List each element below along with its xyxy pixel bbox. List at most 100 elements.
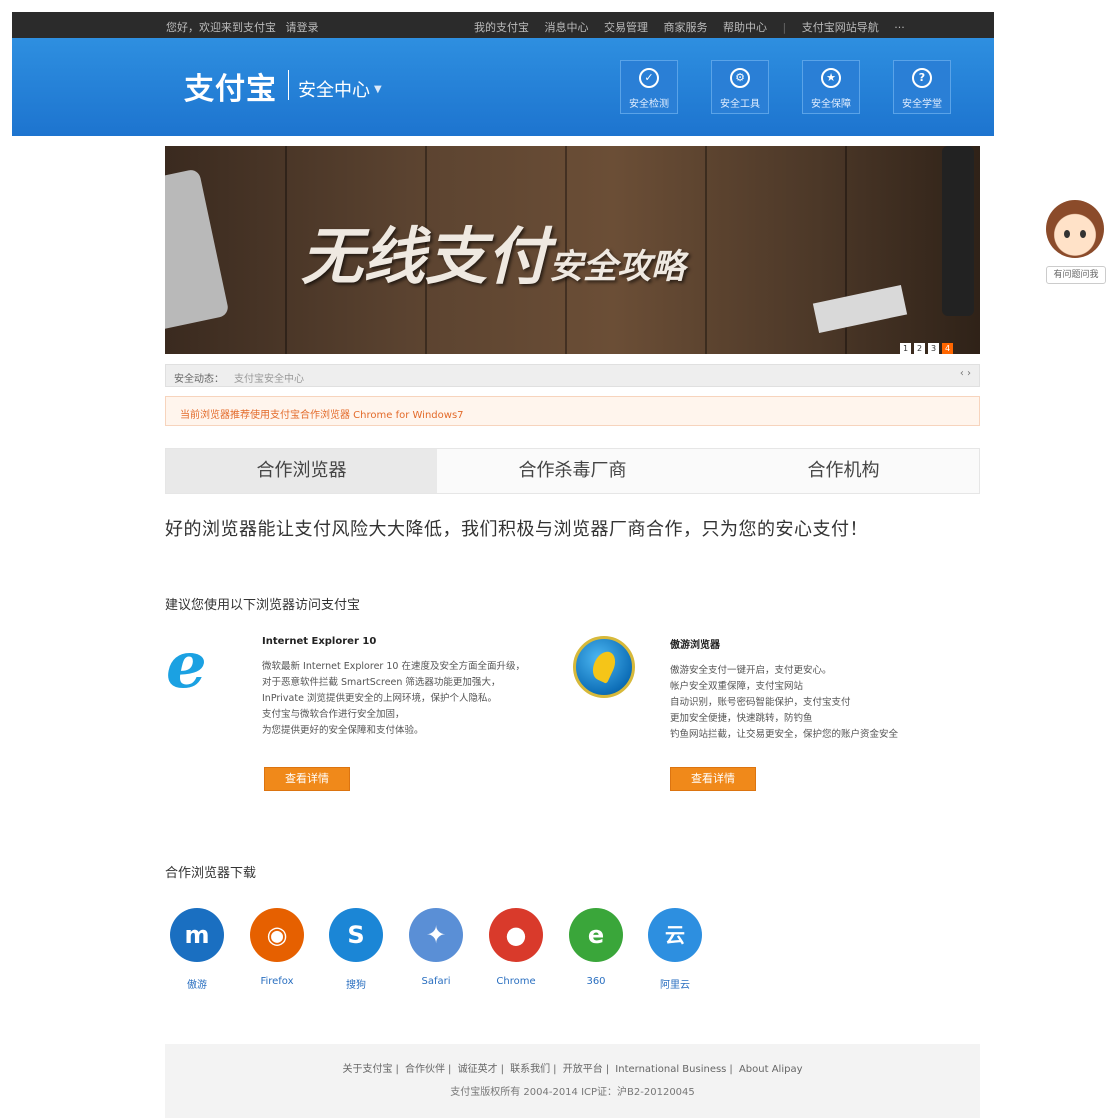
ie-logo-icon: e — [166, 628, 207, 703]
wood-plank-line — [705, 146, 707, 354]
security-tools-button[interactable]: ⚙ 安全工具 — [711, 60, 769, 114]
download-label[interactable]: 搜狗 — [325, 976, 387, 991]
description-line: 钓鱼网站拦截，让交易更安全，保护您的账户资金安全 — [670, 729, 899, 740]
alipay-logo[interactable]: 支付宝 — [184, 64, 277, 108]
security-school-button[interactable]: ? 安全学堂 — [893, 60, 951, 114]
star-shield-icon: ★ — [821, 68, 841, 88]
view-details-button[interactable]: 查看详情 — [670, 767, 756, 791]
firefox-icon: ◉ — [250, 908, 304, 962]
chevron-down-icon[interactable]: ▼ — [374, 84, 382, 95]
recommend-maxthon: 傲游浏览器 傲游安全支付一键开启，支付更安心。 帐户安全双重保障，支付宝网站 自… — [670, 636, 910, 743]
download-heading: 合作浏览器下载 — [165, 866, 257, 881]
recommend-ie: Internet Explorer 10 微软最新 Internet Explo… — [262, 636, 532, 739]
download-label[interactable]: Chrome — [485, 976, 547, 987]
login-link[interactable]: 请登录 — [286, 21, 319, 34]
download-maxthon[interactable]: m 傲游 — [166, 908, 228, 991]
download-label[interactable]: 傲游 — [166, 976, 228, 991]
chrome-icon: ● — [489, 908, 543, 962]
hero-banner[interactable]: 无线支付安全攻略 1234 — [165, 146, 980, 354]
download-firefox[interactable]: ◉ Firefox — [246, 908, 308, 987]
footer-link[interactable]: 诚征英才 — [458, 1064, 498, 1075]
download-label[interactable]: Safari — [405, 976, 467, 987]
security-news-bar: 安全动态： 支付宝安全中心 ‹ › — [165, 364, 980, 387]
download-sogou[interactable]: S 搜狗 — [325, 908, 387, 991]
news-label: 安全动态： — [174, 374, 224, 385]
download-label[interactable]: 阿里云 — [644, 976, 706, 991]
site-nav-link[interactable]: 支付宝网站导航 — [802, 21, 879, 34]
avatar-eye — [1064, 230, 1070, 238]
news-link[interactable]: 支付宝安全中心 — [234, 370, 304, 385]
footer-link[interactable]: 开放平台 — [563, 1064, 603, 1075]
shield-check-icon: ✓ — [639, 68, 659, 88]
top-nav-item[interactable]: 商家服务 — [664, 21, 708, 34]
header: 支付宝 安全中心 ▼ ✓ 安全检测 ⚙ 安全工具 ★ 安全保障 ? 安全学堂 — [12, 38, 994, 136]
welcome-text: 您好，欢迎来到支付宝 — [166, 21, 276, 34]
footer-link[interactable]: International Business — [615, 1064, 726, 1075]
description-line: 对于恶意软件拦截 SmartScreen 筛选器功能更加强大， — [262, 677, 501, 688]
banner-title-main: 无线支付 — [301, 220, 550, 293]
footer-link[interactable]: 合作伙伴 — [405, 1064, 445, 1075]
maxthon-icon: m — [170, 908, 224, 962]
question-icon: ? — [912, 68, 932, 88]
slide-dot[interactable]: 3 — [928, 343, 939, 354]
more-menu[interactable]: ··· — [894, 21, 905, 34]
view-details-button[interactable]: 查看详情 — [264, 767, 350, 791]
wood-plank-line — [285, 146, 287, 354]
top-nav: 我的支付宝 消息中心 交易管理 商家服务 帮助中心 | 支付宝网站导航 ··· — [474, 19, 917, 35]
security-guarantee-label: 安全保障 — [811, 99, 851, 110]
slide-dot[interactable]: 2 — [914, 343, 925, 354]
banner-title: 无线支付安全攻略 — [301, 206, 685, 296]
phone-image — [942, 146, 974, 316]
slide-dot-active[interactable]: 4 — [942, 343, 953, 354]
security-check-label: 安全检测 — [629, 99, 669, 110]
security-check-button[interactable]: ✓ 安全检测 — [620, 60, 678, 114]
download-safari[interactable]: ✦ Safari — [405, 908, 467, 987]
top-nav-item[interactable]: 我的支付宝 — [474, 21, 529, 34]
logo-divider — [288, 70, 289, 100]
top-nav-item[interactable]: 交易管理 — [604, 21, 648, 34]
download-label[interactable]: Firefox — [246, 976, 308, 987]
browser-description: 傲游安全支付一键开启，支付更安心。 帐户安全双重保障，支付宝网站 自动识别，账号… — [670, 663, 910, 743]
footer-links: 关于支付宝 | 合作伙伴 | 诚征英才 | 联系我们 | 开放平台 | Internati… — [342, 1064, 803, 1075]
partner-tabs: 合作浏览器 合作杀毒厂商 合作机构 — [165, 448, 980, 494]
security-guarantee-button[interactable]: ★ 安全保障 — [802, 60, 860, 114]
download-360[interactable]: e 360 — [565, 908, 627, 987]
service-avatar-icon[interactable] — [1046, 200, 1104, 258]
customer-service-widget[interactable]: 有问题问我 — [1046, 200, 1106, 284]
description-line: 帐户安全双重保障，支付宝网站 — [670, 681, 804, 692]
download-aliyun[interactable]: 云 阿里云 — [644, 908, 706, 991]
tab-antivirus-vendors[interactable]: 合作杀毒厂商 — [437, 449, 708, 493]
download-chrome[interactable]: ● Chrome — [485, 908, 547, 987]
nav-divider: | — [782, 21, 787, 34]
tab-partner-institutions[interactable]: 合作机构 — [708, 449, 979, 493]
feather-shape — [588, 648, 620, 684]
footer-link[interactable]: About Alipay — [739, 1064, 803, 1075]
browser-tip[interactable]: 当前浏览器推荐使用支付宝合作浏览器 Chrome for Windows7 — [165, 396, 980, 426]
top-bar-left: 您好，欢迎来到支付宝 请登录 — [166, 19, 325, 35]
maxthon-globe-icon — [573, 636, 635, 698]
top-nav-item[interactable]: 消息中心 — [545, 21, 589, 34]
news-arrows-icon[interactable]: ‹ › — [960, 368, 971, 379]
aliyun-icon: 云 — [648, 908, 702, 962]
browser-name: 傲游浏览器 — [670, 640, 720, 651]
section-title[interactable]: 安全中心 — [298, 76, 370, 102]
top-nav-item[interactable]: 帮助中心 — [723, 21, 767, 34]
sogou-icon: S — [329, 908, 383, 962]
browser-name: Internet Explorer 10 — [262, 636, 377, 647]
bank-card-image — [812, 284, 908, 334]
security-tools-label: 安全工具 — [720, 99, 760, 110]
avatar-eye — [1080, 230, 1086, 238]
tab-partner-browsers[interactable]: 合作浏览器 — [166, 449, 437, 493]
slide-dot[interactable]: 1 — [900, 343, 911, 354]
slide-indicators: 1234 — [900, 336, 956, 354]
copyright-text: 支付宝版权所有 2004-2014 ICP证：沪B2-20120045 — [450, 1087, 695, 1098]
browser-description: 微软最新 Internet Explorer 10 在速度及安全方面全面升级， … — [262, 659, 532, 739]
footer-link[interactable]: 联系我们 — [510, 1064, 550, 1075]
service-badge[interactable]: 有问题问我 — [1046, 266, 1106, 284]
page-headline: 好的浏览器能让支付风险大大降低，我们积极与浏览器厂商合作，只为您的安心支付！ — [165, 519, 868, 540]
description-line: 傲游安全支付一键开启，支付更安心。 — [670, 665, 832, 676]
footer-link[interactable]: 关于支付宝 — [342, 1064, 392, 1075]
download-label[interactable]: 360 — [565, 976, 627, 987]
safari-icon: ✦ — [409, 908, 463, 962]
description-line: InPrivate 浏览提供更安全的上网环境，保护个人隐私。 — [262, 693, 497, 704]
